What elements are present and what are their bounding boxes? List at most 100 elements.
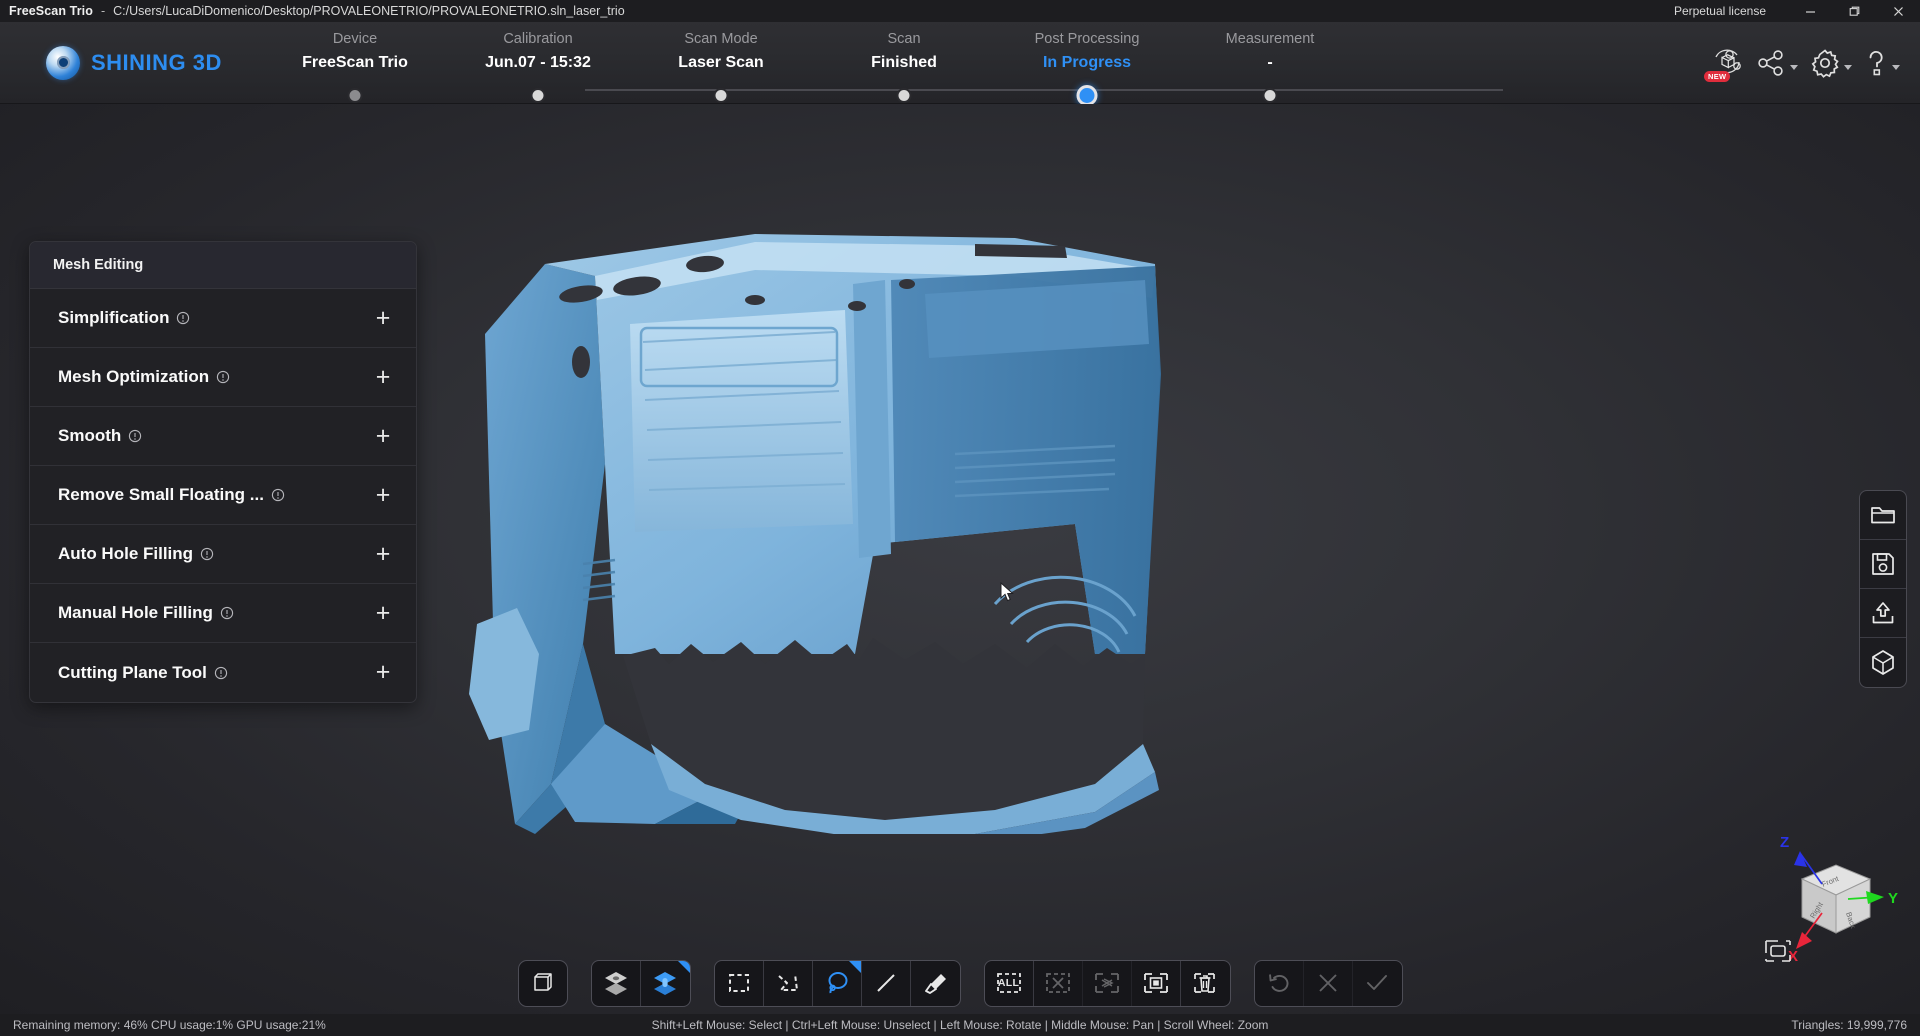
expand-button[interactable]: +: [372, 423, 394, 449]
step-value: In Progress: [1042, 54, 1132, 71]
workflow-stepper: Device FreeScan Trio Calibration Jun.07 …: [260, 22, 1520, 106]
expand-button[interactable]: +: [372, 364, 394, 390]
settings-button[interactable]: [1806, 42, 1856, 84]
panel-row-smooth[interactable]: Smooth +: [30, 407, 416, 466]
step-post-processing[interactable]: Post Processing In Progress: [992, 28, 1182, 106]
panel-row-cutting-plane-tool[interactable]: Cutting Plane Tool +: [30, 643, 416, 702]
active-corner-marker: [677, 960, 690, 973]
step-dot: [713, 88, 729, 103]
3d-viewport[interactable]: Mesh Editing Simplification + Mesh Optim…: [0, 104, 1920, 1014]
deselect-all-button[interactable]: [1034, 960, 1083, 1006]
save-button[interactable]: [1860, 540, 1906, 589]
expand-button[interactable]: +: [372, 541, 394, 567]
step-dot: [530, 88, 546, 103]
invert-selection-button[interactable]: [1083, 960, 1132, 1006]
title-bar: FreeScan Trio - C:/Users/LucaDiDomenico/…: [0, 0, 1920, 22]
delete-selection-button[interactable]: [1181, 961, 1230, 1006]
panel-title: Mesh Editing: [53, 257, 144, 273]
gizmo-axis-y: Y: [1888, 890, 1898, 907]
row-label: Manual Hole Filling: [58, 603, 213, 622]
expand-button[interactable]: +: [372, 482, 394, 508]
app-title: FreeScan Trio: [9, 4, 93, 18]
active-corner-marker: [848, 960, 861, 973]
bounding-box-button[interactable]: [517, 959, 568, 1007]
bottom-toolbar: ALL: [0, 952, 1920, 1014]
gizmo-axis-z: Z: [1780, 834, 1789, 851]
new-badge: NEW: [1704, 70, 1731, 82]
expand-button[interactable]: +: [372, 600, 394, 626]
panel-row-auto-hole-filling[interactable]: Auto Hole Filling +: [30, 525, 416, 584]
info-icon[interactable]: [271, 488, 285, 502]
brush-select-button[interactable]: [911, 961, 960, 1006]
step-label: Scan: [887, 31, 921, 47]
brand-name: SHINING 3D: [91, 49, 222, 75]
panel-row-simplification[interactable]: Simplification +: [30, 289, 416, 348]
step-dot: [1262, 88, 1278, 103]
toolbar-group-actions: [1253, 959, 1403, 1007]
step-label: Calibration: [503, 31, 573, 47]
step-label: Device: [332, 31, 378, 47]
step-dot: [1076, 85, 1098, 106]
close-button[interactable]: [1876, 0, 1920, 22]
shining3d-logo-icon: [46, 45, 80, 80]
chevron-down-icon: [1844, 65, 1852, 70]
restore-button[interactable]: [1832, 0, 1876, 22]
step-label: Post Processing: [1034, 31, 1140, 47]
step-scan[interactable]: Scan Finished: [809, 28, 999, 103]
step-dot: [896, 88, 912, 103]
toolbar-group-display: [590, 959, 691, 1007]
layers-both-sides-button[interactable]: [641, 960, 690, 1006]
step-value: Finished: [871, 54, 937, 71]
info-icon[interactable]: [200, 547, 214, 561]
model-view-button[interactable]: [1860, 638, 1906, 687]
rectangle-select-button[interactable]: [715, 960, 764, 1006]
panel-header: Mesh Editing: [30, 242, 416, 289]
panel-row-manual-hole-filling[interactable]: Manual Hole Filling +: [30, 584, 416, 643]
panel-row-mesh-optimization[interactable]: Mesh Optimization +: [30, 348, 416, 407]
row-label: Cutting Plane Tool: [58, 662, 207, 682]
header-icon-bar: NEW: [1704, 42, 1904, 84]
info-icon[interactable]: [176, 311, 190, 325]
triangle-count-text: Triangles: 19,999,776: [1791, 1018, 1907, 1032]
cancel-button[interactable]: [1304, 960, 1353, 1006]
step-measurement[interactable]: Measurement -: [1175, 28, 1365, 103]
expand-button[interactable]: +: [372, 660, 394, 685]
scanned-mesh-model: [455, 224, 1175, 834]
share-button[interactable]: [1752, 43, 1802, 83]
chevron-down-icon: [1892, 65, 1900, 70]
layers-single-button[interactable]: [592, 960, 641, 1006]
undo-button[interactable]: [1255, 960, 1304, 1006]
polygon-select-button[interactable]: [764, 960, 813, 1006]
info-icon[interactable]: [128, 429, 142, 443]
select-all-label: ALL: [997, 977, 1020, 989]
info-icon[interactable]: [214, 666, 228, 680]
select-all-button[interactable]: ALL: [985, 960, 1034, 1006]
brand-logo: SHINING 3D: [46, 45, 222, 80]
minimize-button[interactable]: [1788, 0, 1832, 22]
export-button[interactable]: [1860, 589, 1906, 638]
help-button[interactable]: [1860, 42, 1904, 84]
toolbar-group-selection-ops: ALL: [983, 959, 1231, 1007]
info-icon[interactable]: [216, 370, 230, 384]
line-select-button[interactable]: [862, 960, 911, 1006]
select-visible-button[interactable]: [1132, 960, 1181, 1006]
step-device[interactable]: Device FreeScan Trio: [260, 28, 450, 103]
step-label: Scan Mode: [684, 31, 758, 47]
toolbar-group-selection-tools: [713, 959, 961, 1007]
row-label: Smooth: [58, 426, 122, 445]
resource-usage-text: Remaining memory: 46% CPU usage:1% GPU u…: [13, 1018, 326, 1032]
panel-row-remove-small-floating[interactable]: Remove Small Floating ... +: [30, 466, 416, 525]
orientation-gizmo[interactable]: Front Back Right Z Y X: [1730, 821, 1915, 966]
mesh-editing-panel: Mesh Editing Simplification + Mesh Optim…: [29, 241, 417, 703]
step-calibration[interactable]: Calibration Jun.07 - 15:32: [443, 28, 633, 103]
row-label: Auto Hole Filling: [58, 544, 194, 563]
window-controls: Perpetual license: [1674, 0, 1920, 22]
expand-button[interactable]: +: [372, 305, 394, 331]
confirm-button[interactable]: [1353, 961, 1402, 1006]
open-folder-button[interactable]: [1860, 491, 1906, 540]
lasso-select-button[interactable]: [813, 960, 862, 1006]
new-model-button[interactable]: NEW: [1704, 42, 1748, 84]
chevron-down-icon: [1790, 65, 1798, 70]
step-scan-mode[interactable]: Scan Mode Laser Scan: [626, 28, 816, 103]
info-icon[interactable]: [220, 606, 234, 620]
